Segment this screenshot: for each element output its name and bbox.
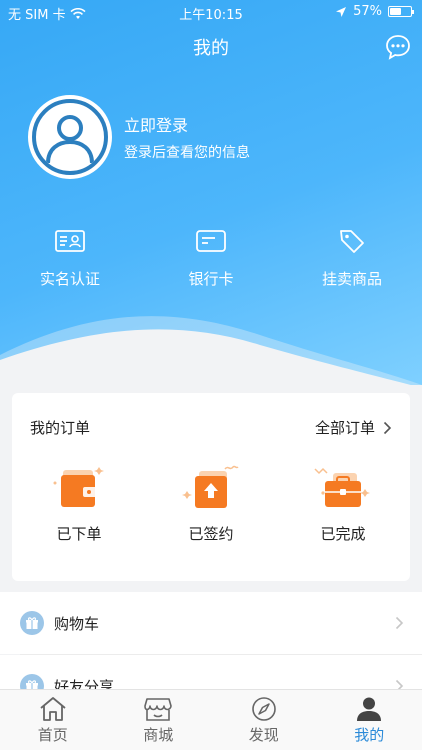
home-icon — [40, 697, 66, 721]
chevron-right-icon — [383, 421, 392, 434]
tab-label: 首页 — [37, 726, 68, 744]
menu-item-label: 购物车 — [54, 614, 100, 633]
order-status-label: 已完成 — [320, 525, 366, 543]
orders-card: 我的订单 全部订单 已下单 已签约 已完成 — [12, 393, 410, 581]
location-arrow-icon — [336, 6, 347, 17]
status-bar: 无 SIM 卡 上午10:15 57% — [0, 0, 422, 24]
chevron-right-icon — [395, 616, 404, 630]
battery-percent: 57% — [353, 4, 382, 19]
order-status-signed[interactable]: 已签约 — [156, 463, 266, 544]
signed-box-icon — [182, 465, 239, 508]
quick-action-sell[interactable]: 挂卖商品 — [282, 228, 422, 289]
order-status-label: 已签约 — [188, 525, 234, 543]
person-icon — [357, 697, 382, 721]
quick-action-verify[interactable]: 实名认证 — [0, 228, 140, 289]
order-status-placed[interactable]: 已下单 — [24, 463, 134, 544]
all-orders-link[interactable]: 全部订单 — [315, 417, 392, 438]
quick-action-bank-card[interactable]: 银行卡 — [141, 228, 281, 289]
page-title: 我的 — [193, 38, 229, 59]
order-status-label: 已下单 — [56, 525, 102, 543]
id-card-icon — [55, 230, 85, 252]
tab-store[interactable]: 商城 — [106, 690, 212, 750]
tab-mine[interactable]: 我的 — [317, 690, 422, 750]
quick-action-label: 实名认证 — [39, 270, 100, 288]
avatar[interactable] — [28, 95, 112, 179]
order-status-completed[interactable]: 已完成 — [288, 463, 398, 544]
tag-icon — [340, 230, 364, 253]
all-orders-label: 全部订单 — [314, 419, 375, 437]
tab-label: 发现 — [248, 726, 279, 744]
tab-label: 商城 — [143, 726, 174, 744]
wallet-icon — [53, 467, 104, 507]
menu-item-cart[interactable]: 购物车 — [0, 592, 422, 654]
tab-home[interactable]: 首页 — [0, 690, 106, 750]
tab-bar: 首页 商城 发现 我的 — [0, 689, 422, 750]
orders-title: 我的订单 — [30, 419, 91, 437]
user-avatar-icon — [32, 99, 108, 175]
briefcase-icon — [314, 467, 370, 507]
wave-decoration — [0, 316, 422, 385]
message-icon[interactable] — [384, 33, 412, 61]
bank-card-icon — [196, 230, 226, 252]
login-link[interactable]: 立即登录 — [124, 112, 188, 136]
tab-discover[interactable]: 发现 — [211, 690, 317, 750]
gift-icon — [20, 611, 44, 635]
login-hint: 登录后查看您的信息 — [124, 145, 250, 161]
quick-action-label: 挂卖商品 — [321, 270, 382, 288]
tab-label: 我的 — [354, 726, 385, 744]
store-icon — [144, 698, 173, 721]
compass-icon — [251, 697, 276, 721]
battery-icon — [388, 6, 414, 17]
quick-action-label: 银行卡 — [188, 270, 234, 288]
